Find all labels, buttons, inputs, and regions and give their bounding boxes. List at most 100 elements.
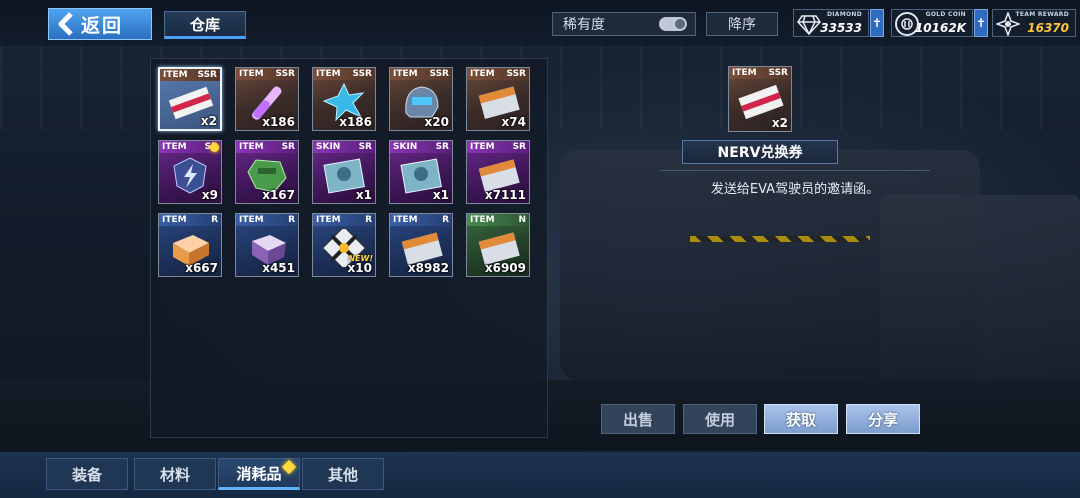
use-button[interactable]: 使用 [683,404,757,434]
inventory-slot[interactable]: ITEM SSR x2 [158,67,222,131]
selected-item-rarity: SSR [768,68,789,78]
tab-consumables-label: 消耗品 [236,464,282,483]
gold-coin-currency: GOLD COIN 10162K ✝ [891,9,988,37]
slot-header: ITEM SR [236,141,298,153]
slot-rarity: SSR [275,69,296,79]
add-diamond-button[interactable]: ✝ [870,9,884,37]
inventory-slot[interactable]: ITEM N x6909 [466,213,530,277]
slot-rarity: SR [435,142,449,152]
back-button[interactable]: 返回 [48,8,152,40]
slot-quantity: x186 [262,115,295,129]
slot-type: SKIN [316,142,341,152]
share-button[interactable]: 分享 [846,404,920,434]
slot-type: ITEM [163,70,188,80]
diamond-icon [797,12,821,36]
sort-order-button[interactable]: 降序 [706,12,778,36]
team-reward-caption: TEAM REWARD [1015,11,1069,18]
notification-badge-icon [281,459,297,475]
chevron-left-icon [55,11,77,37]
inventory-slot[interactable]: ITEM SSR x20 [389,67,453,131]
diamond-currency: DIAMOND 33533 ✝ [793,9,884,37]
slot-header: ITEM SR [467,141,529,153]
back-label: 返回 [81,14,124,37]
inventory-slot[interactable]: ITEM SSR x186 [235,67,299,131]
slot-rarity: SR [512,142,526,152]
add-gold-coin-button[interactable]: ✝ [974,9,988,37]
slot-type: ITEM [162,142,187,152]
slot-rarity: SSR [506,69,527,79]
slot-quantity: x186 [339,115,372,129]
slot-quantity: x167 [262,188,295,202]
slot-quantity: x1 [355,188,372,202]
slot-type: ITEM [316,215,341,225]
gold-coin-caption: GOLD COIN [925,11,966,18]
slot-header: ITEM R [390,214,452,226]
inventory-slot[interactable]: ITEM SR x167 [235,140,299,204]
slot-header: ITEM R [236,214,298,226]
slot-rarity: SR [281,142,295,152]
obtain-button[interactable]: 获取 [764,404,838,434]
inventory-slot[interactable]: ITEM SR x7111 [466,140,530,204]
slot-type: ITEM [393,69,418,79]
tab-materials[interactable]: 材料 [134,458,216,490]
slot-header: ITEM R [313,214,375,226]
team-reward-value: 16370 [1027,21,1069,35]
slot-quantity: x6909 [484,261,526,275]
gold-coin-value: 10162K [914,21,966,35]
inventory-slot[interactable]: ITEM Rx667 [158,213,222,277]
selected-item-type: ITEM [732,68,757,78]
slot-type: ITEM [239,215,264,225]
slot-quantity: x7111 [484,188,526,202]
slot-rarity: SSR [429,69,450,79]
slot-rarity: SSR [352,69,373,79]
slot-type: ITEM [162,215,187,225]
selected-item-name: NERV兑换券 [682,140,838,164]
slot-header: ITEM SSR [467,68,529,80]
inventory-slot[interactable]: SKIN SR x1 [312,140,376,204]
slot-header: ITEM SSR [313,68,375,80]
tab-consumables[interactable]: 消耗品 [218,458,300,490]
slot-rarity: SSR [197,70,218,80]
slot-type: ITEM [239,142,264,152]
slot-type: ITEM [239,69,264,79]
slot-quantity: x667 [185,261,218,275]
filter-toggle-icon [659,17,687,31]
diamond-value: 33533 [820,21,862,35]
slot-rarity: R [211,215,218,225]
inventory-slot[interactable]: ITEMSRx9 [158,140,222,204]
slot-header: ITEM R [159,214,221,226]
slot-header: ITEM N [467,214,529,226]
sell-button[interactable]: 出售 [601,404,675,434]
slot-quantity: x451 [262,261,295,275]
inventory-slot[interactable]: SKIN SR x1 [389,140,453,204]
slot-quantity: x74 [501,115,526,129]
slot-header: ITEM SSR [160,69,220,81]
slot-quantity: x2 [200,114,217,128]
slot-type: ITEM [316,69,341,79]
slot-rarity: R [288,215,295,225]
slot-rarity: N [518,215,526,225]
tab-others[interactable]: 其他 [302,458,384,490]
inventory-slot[interactable]: ITEM Rx451 [235,213,299,277]
selected-item-thumbnail: ITEM SSR x2 [728,66,792,132]
selected-item-description: 发送给EVA驾驶员的邀请函。 [710,182,880,197]
slot-type: ITEM [470,142,495,152]
slot-header: SKIN SR [313,141,375,153]
inventory-slot[interactable]: ITEM R NEW! x10 [312,213,376,277]
rarity-filter-label: 稀有度 [563,17,605,33]
page-title: 仓库 [164,11,246,39]
inventory-slot[interactable]: ITEM SSR x74 [466,67,530,131]
slot-type: ITEM [393,215,418,225]
background-machinery-right [880,195,1080,385]
tab-equipment[interactable]: 装备 [46,458,128,490]
inventory-slot[interactable]: ITEM R x8982 [389,213,453,277]
selected-item-qty: x2 [771,116,788,130]
notification-badge-icon [210,143,219,152]
hazard-stripe [690,236,870,242]
inventory-slot[interactable]: ITEM SSR x186 [312,67,376,131]
diamond-caption: DIAMOND [826,11,862,18]
slot-rarity: SR [358,142,372,152]
slot-quantity: x8982 [407,261,449,275]
slot-header: ITEM SSR [236,68,298,80]
rarity-filter-select[interactable]: 稀有度 [552,12,696,36]
